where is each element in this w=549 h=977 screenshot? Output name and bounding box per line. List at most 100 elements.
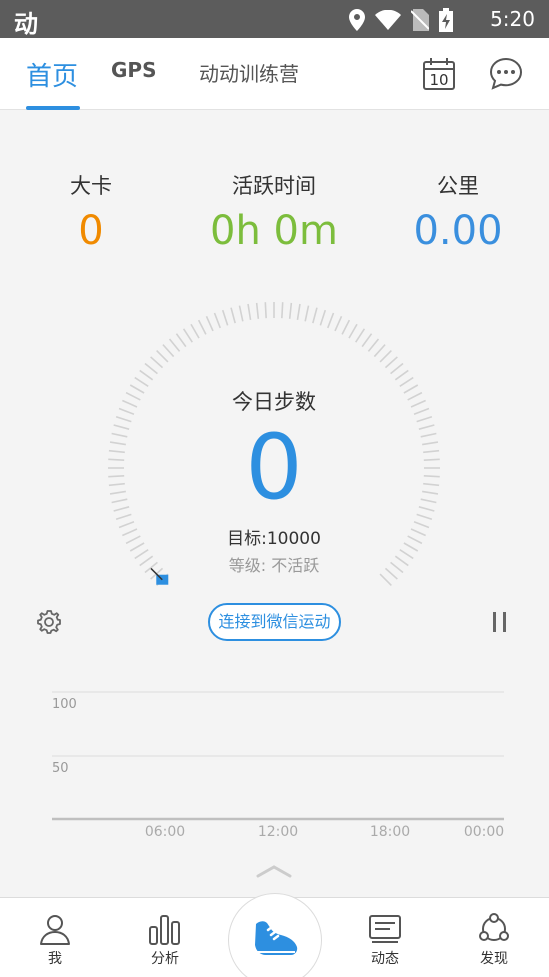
dial-tick (319, 309, 327, 326)
bottom-nav-analysis-label: 分析 (151, 951, 179, 967)
chart-x-tick: 00:00 (464, 824, 504, 840)
step-goal: 目标:10000 (227, 529, 321, 549)
dial-tick (327, 312, 335, 329)
stat-calories: 大卡 0 (21, 170, 161, 254)
dial-tick (407, 535, 423, 545)
dial-tick (384, 356, 398, 369)
dial-tick (367, 338, 380, 352)
chart-y-tick: 50 (52, 761, 69, 776)
dial-tick (399, 549, 414, 560)
dial-tick (129, 384, 145, 394)
dial-tick (108, 475, 125, 478)
dial-tick (118, 407, 135, 415)
dial-tick (423, 482, 440, 487)
dial-title: 今日步数 (232, 390, 316, 414)
tab-training-camp[interactable]: 动动训练营 (199, 58, 299, 87)
dial-tick (255, 302, 260, 319)
tab-gps[interactable]: GPS (111, 58, 156, 82)
bottom-nav-feed[interactable]: 动态 (340, 898, 430, 977)
dial-tick (348, 323, 358, 339)
discover-icon (479, 913, 509, 941)
dial-tick (304, 305, 310, 322)
dial-tick (373, 344, 386, 358)
chart-y-tick: 100 (52, 697, 77, 712)
bottom-nav-me[interactable]: 我 (10, 898, 100, 977)
shoe-icon (255, 921, 298, 955)
dial-tick (390, 561, 404, 574)
dial-tick (139, 369, 154, 381)
location-icon (349, 9, 365, 31)
dial-tick (394, 555, 409, 567)
dial-tick (109, 490, 126, 495)
dial-tick (113, 506, 130, 512)
no-sim-icon (411, 9, 429, 31)
dial-tick (416, 513, 433, 521)
dial-tick (238, 305, 244, 322)
chart-x-tick: 18:00 (370, 824, 410, 840)
bottom-nav-discover[interactable]: 发现 (449, 898, 539, 977)
feed-icon (369, 915, 401, 943)
dial-tick (134, 549, 149, 560)
dial-tick (423, 458, 440, 461)
dial-tick (379, 573, 392, 586)
dial-tick (221, 309, 229, 326)
chat-bubble-icon (489, 57, 523, 90)
dial-tick (156, 350, 169, 363)
activity-level: 等级: 不活跃 (228, 556, 320, 575)
progress-marker (150, 567, 169, 585)
tab-home[interactable]: 首页 (26, 56, 78, 93)
dial-tick (144, 561, 158, 574)
stat-active-time-label: 活跃时间 (232, 174, 316, 198)
dial-tick (312, 307, 318, 324)
dial-tick (418, 506, 435, 512)
stat-distance: 公里 0.00 (388, 170, 528, 254)
step-count: 0 (245, 415, 303, 520)
stat-active-time: 活跃时间 0h 0m (194, 170, 354, 254)
dial-tick (125, 391, 141, 401)
settings-button[interactable] (34, 607, 64, 637)
stat-distance-label: 公里 (437, 174, 479, 198)
dial-tick (108, 458, 125, 461)
dial-tick (288, 302, 293, 319)
top-nav: 首页 GPS 动动训练营 10 (0, 38, 549, 110)
dial-tick (264, 302, 267, 319)
dial-tick (144, 362, 158, 375)
stat-calories-value: 0 (78, 208, 104, 254)
messages-button[interactable] (488, 56, 524, 92)
dial-tick (384, 567, 398, 580)
dial-tick (122, 528, 138, 537)
bottom-nav-analysis[interactable]: 分析 (120, 898, 210, 977)
dial-tick (213, 312, 221, 329)
chevron-up-icon[interactable] (256, 864, 292, 878)
dial-tick (394, 369, 409, 381)
dial-tick (420, 498, 437, 504)
pause-button[interactable] (490, 610, 510, 634)
dial-tick (416, 415, 433, 423)
dial-tick (197, 319, 207, 335)
dial-tick (122, 399, 138, 408)
dial-tick (113, 424, 130, 430)
dial-tick (109, 441, 126, 446)
dial-tick (422, 441, 439, 446)
dial-tick (399, 376, 414, 387)
battery-charging-icon (439, 8, 453, 32)
dial-tick (134, 376, 149, 387)
connect-wechat-button[interactable]: 连接到微信运动 (208, 603, 341, 641)
dial-tick (422, 490, 439, 495)
chart-x-tick: 06:00 (145, 824, 185, 840)
pause-icon (493, 612, 506, 632)
dial-tick (403, 384, 419, 394)
gear-icon (37, 610, 61, 634)
bar-chart-icon (149, 915, 180, 945)
dial-tick (355, 328, 366, 343)
dial-tick (423, 449, 440, 454)
dial-tick (413, 521, 430, 529)
dial-tick (125, 535, 141, 545)
dial-tick (410, 399, 426, 408)
status-time: 5:20 (490, 7, 535, 31)
dial-tick (413, 407, 430, 415)
start-workout-button[interactable] (228, 893, 322, 977)
stat-distance-value: 0.00 (413, 208, 503, 254)
dial-tick (118, 521, 135, 529)
calendar-button[interactable]: 10 (421, 56, 457, 92)
